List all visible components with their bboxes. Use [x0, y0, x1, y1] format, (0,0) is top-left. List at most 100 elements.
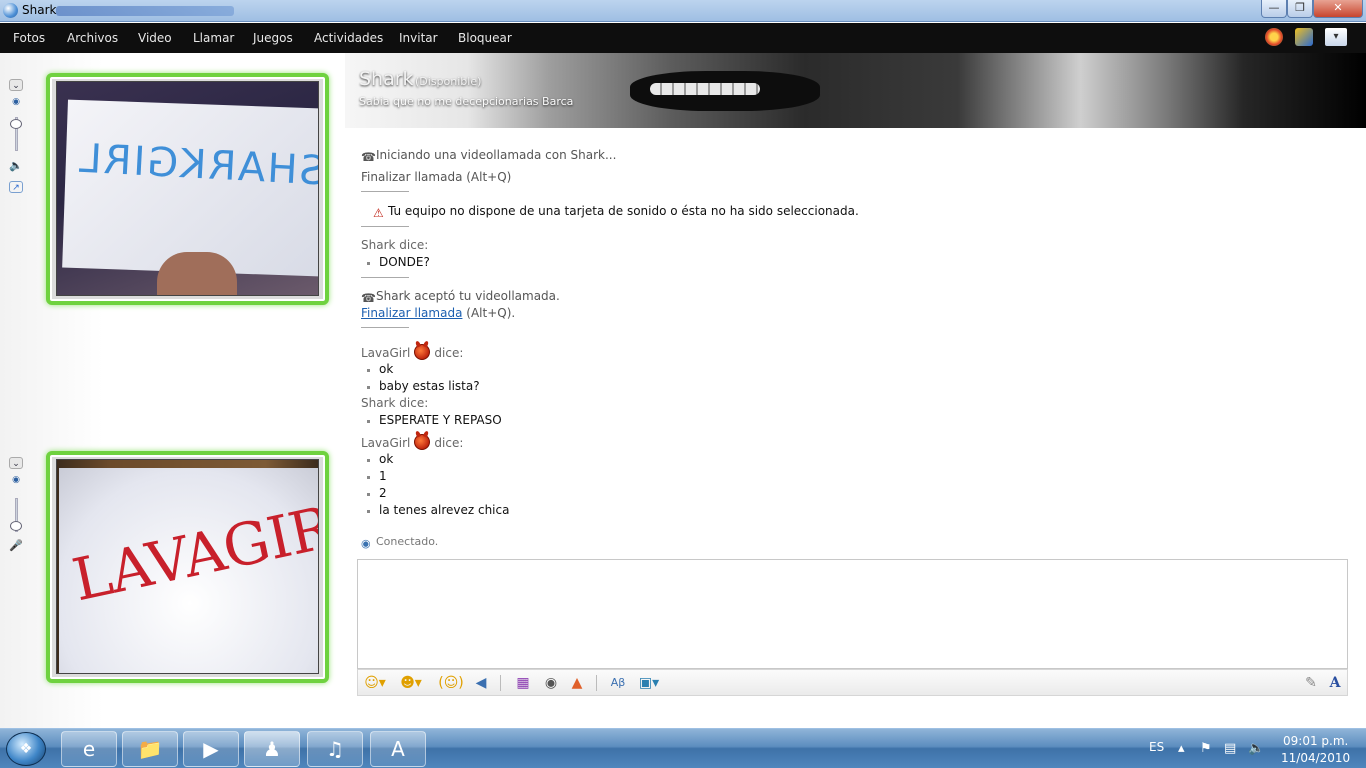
personal-message: Sabia que no me decepcionarias Barca	[359, 95, 574, 108]
sound-warning-line: ⚠ Tu equipo no dispone de una tarjeta de …	[373, 204, 859, 220]
microphone-icon[interactable]: 🎤	[9, 540, 23, 552]
window-title: Shark	[22, 3, 57, 17]
sender-name: LavaGirl	[361, 346, 411, 360]
emoticon-icon[interactable]: ☺▾	[362, 674, 388, 692]
separator	[361, 277, 409, 278]
maximize-button[interactable]: ❐	[1287, 0, 1313, 18]
sound-warning-text: Tu equipo no dispone de una tarjeta de s…	[388, 204, 859, 218]
call-accepted-text: Shark aceptó tu videollamada.	[376, 289, 560, 303]
menu-juegos[interactable]: Juegos	[253, 31, 293, 45]
end-call-hint: Finalizar llamada (Alt+Q)	[361, 170, 512, 184]
phone-icon: ☎	[361, 150, 376, 164]
separator	[361, 191, 409, 192]
sender-lavagirl: LavaGirl dice:	[361, 434, 463, 450]
menu-video[interactable]: Video	[138, 31, 172, 45]
volume-slider-thumb[interactable]	[10, 119, 22, 129]
bullet	[367, 510, 370, 513]
bullet	[367, 476, 370, 479]
end-call-line: Finalizar llamada (Alt+Q).	[361, 306, 515, 320]
connection-status-text: Conectado.	[376, 535, 439, 548]
local-webcam-icon: ◉	[12, 475, 20, 485]
menu-bloquear[interactable]: Bloquear	[458, 31, 512, 45]
contact-banner: Shark (Disponible) Sabia que no me decep…	[345, 53, 1366, 128]
call-start-text: Iniciando una videollamada con Shark...	[376, 148, 617, 162]
sender-lavagirl: LavaGirl dice:	[361, 344, 463, 360]
media-player-icon[interactable]: ▶	[183, 731, 239, 767]
input-toolbar: ☺▾ ☻▾ (☺) ◀ ▦ ◉ ▲ Aβ ▣▾ ✎ A	[357, 669, 1348, 696]
mic-slider-thumb[interactable]	[10, 521, 22, 531]
clock-time[interactable]: 09:01 p.m.	[1283, 734, 1348, 748]
language-indicator[interactable]: ES	[1149, 740, 1164, 754]
send-file-icon[interactable]: ▲	[568, 674, 586, 692]
divider	[500, 675, 501, 691]
contact-status: (Disponible)	[415, 75, 482, 88]
options-menu-icon[interactable]: ▾	[1325, 28, 1347, 46]
end-call-shortcut: (Alt+Q).	[466, 306, 516, 320]
minimize-button[interactable]: —	[1261, 0, 1287, 18]
separator	[361, 327, 409, 328]
nudge-icon[interactable]: (☺)	[438, 674, 464, 692]
network-icon[interactable]: ▤	[1224, 741, 1236, 756]
bullet	[367, 459, 370, 462]
messenger-taskbar-icon[interactable]: ♟	[244, 731, 300, 767]
bullet	[367, 386, 370, 389]
itunes-icon[interactable]: ♫	[307, 731, 363, 767]
share-icon[interactable]: ▣▾	[634, 674, 664, 692]
clock-date[interactable]: 11/04/2010	[1281, 751, 1350, 765]
webcam-status-icon: ◉	[361, 537, 371, 550]
translate-icon[interactable]: Aβ	[608, 674, 628, 692]
wink-icon[interactable]: ☻▾	[398, 674, 424, 692]
menu-invitar[interactable]: Invitar	[399, 31, 438, 45]
message-input[interactable]	[357, 559, 1348, 669]
sender-shark: Shark dice:	[361, 396, 429, 410]
start-button[interactable]: ❖	[6, 732, 46, 766]
devil-emoticon-icon	[414, 344, 431, 360]
title-bar: Shark — ❐ ✕	[0, 0, 1366, 22]
sound-icon[interactable]: ◉	[542, 674, 560, 692]
sender-dice: dice:	[434, 346, 464, 360]
webcam-icon: ◉	[12, 97, 20, 107]
show-hidden-icons-icon[interactable]: ▴	[1178, 741, 1185, 756]
action-center-flag-icon[interactable]: ⚑	[1200, 741, 1212, 756]
warning-icon: ⚠	[373, 206, 384, 220]
menu-fotos[interactable]: Fotos	[13, 31, 45, 45]
menu-llamar[interactable]: Llamar	[193, 31, 234, 45]
sender-dice: dice:	[434, 436, 464, 450]
bullet	[367, 262, 370, 265]
call-accepted-line: ☎Shark aceptó tu videollamada.	[361, 289, 560, 305]
connection-status: ◉ Conectado.	[361, 535, 439, 550]
devil-emoticon-icon	[414, 434, 431, 450]
popout-icon[interactable]: ↗	[9, 181, 23, 193]
conversation-history: ☎Iniciando una videollamada con Shark...…	[361, 140, 1351, 550]
windows-live-icon[interactable]	[1295, 28, 1313, 46]
collapse-icon[interactable]: ⌄	[9, 79, 23, 91]
collapse-local-icon[interactable]: ⌄	[9, 457, 23, 469]
messenger-icon	[3, 3, 18, 18]
redacted-title-area	[56, 6, 234, 16]
font-icon[interactable]: A	[1326, 674, 1344, 692]
end-call-link[interactable]: Finalizar llamada	[361, 306, 462, 320]
app-a-icon[interactable]: A	[370, 731, 426, 767]
webcam-pane: ⌄ ◉ 🔈 ↗ SHARKGIRL ⌄ ◉ 🎤 LAVAGIRL	[0, 53, 345, 728]
hand	[157, 252, 237, 295]
message: 1	[379, 469, 387, 483]
speaker-icon[interactable]: 🔈	[9, 160, 23, 172]
bullet	[367, 493, 370, 496]
bullet	[367, 369, 370, 372]
message: DONDE?	[379, 255, 430, 269]
menu-archivos[interactable]: Archivos	[67, 31, 118, 45]
volume-icon[interactable]: 🔈	[1248, 741, 1264, 756]
menu-actividades[interactable]: Actividades	[314, 31, 383, 45]
close-button[interactable]: ✕	[1313, 0, 1363, 18]
background-icon[interactable]: ▦	[514, 674, 532, 692]
local-webcam-view: LAVAGIRL	[46, 451, 329, 683]
internet-explorer-icon[interactable]: e	[61, 731, 117, 767]
voice-clip-icon[interactable]: ◀	[472, 674, 490, 692]
divider	[596, 675, 597, 691]
messenger-services-icon[interactable]	[1265, 28, 1283, 46]
remote-webcam-view: SHARKGIRL	[46, 73, 329, 305]
banner-image-detail	[650, 83, 760, 95]
explorer-folder-icon[interactable]: 📁	[122, 731, 178, 767]
handwriting-icon[interactable]: ✎	[1302, 674, 1320, 692]
sender-shark: Shark dice:	[361, 238, 429, 252]
